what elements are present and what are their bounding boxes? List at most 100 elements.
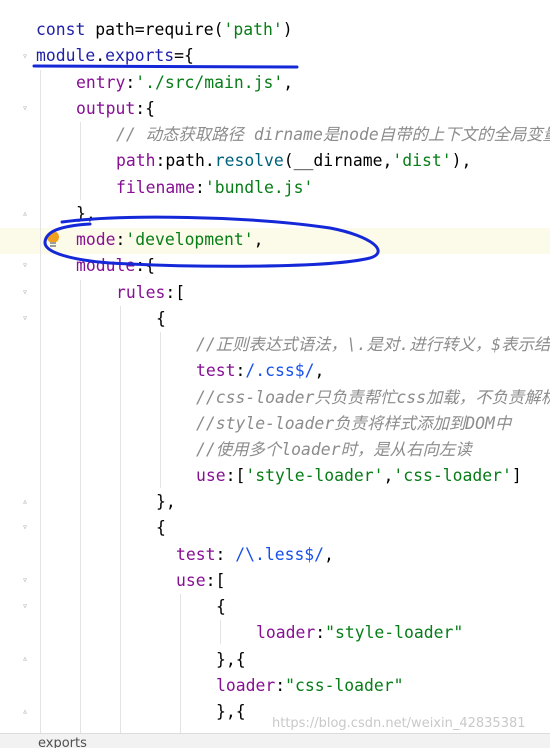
code-token: __dirname bbox=[293, 151, 383, 170]
code-token: 'bundle.js' bbox=[204, 178, 314, 197]
code-token: :{ bbox=[135, 256, 155, 275]
code-token: filename bbox=[116, 178, 195, 197]
code-token: },{ bbox=[216, 650, 246, 669]
code-token: /.css$/ bbox=[245, 361, 315, 380]
code-line[interactable]: //正则表达式语法，\.是对.进行转义，$表示结尾 bbox=[36, 332, 550, 358]
code-token: : bbox=[155, 151, 166, 170]
code-token: , bbox=[314, 361, 325, 380]
code-token: : bbox=[215, 545, 236, 564]
fold-marker-icon[interactable]: ▿ bbox=[20, 286, 30, 298]
code-line[interactable]: },{ bbox=[36, 647, 246, 673]
code-token: //style-loader负责将样式添加到DOM中 bbox=[196, 414, 512, 433]
code-editor[interactable]: ▿ ▿ ▵ ▿ ▿ ▿ ▵ ▿ ▿ ▿ ▵ ▵ const path=requi… bbox=[0, 0, 550, 733]
code-token: use bbox=[196, 466, 226, 485]
code-token: : bbox=[115, 230, 126, 249]
code-token: 'path' bbox=[223, 20, 283, 39]
code-token: , bbox=[383, 466, 394, 485]
code-token: , bbox=[253, 230, 264, 249]
fold-marker-icon[interactable]: ▿ bbox=[20, 312, 30, 324]
code-line[interactable]: entry:'./src/main.js', bbox=[36, 70, 293, 96]
code-line[interactable]: { bbox=[36, 594, 226, 620]
code-token: }, bbox=[156, 492, 176, 511]
code-line[interactable]: { bbox=[36, 515, 166, 541]
breadcrumb[interactable]: exports bbox=[38, 737, 87, 748]
code-token: ={ bbox=[174, 46, 194, 65]
code-line[interactable]: //使用多个loader时，是从右向左读 bbox=[36, 437, 472, 463]
code-line[interactable]: rules:[ bbox=[36, 280, 185, 306]
code-line[interactable]: path:path.resolve(__dirname,'dist'), bbox=[36, 148, 471, 174]
fold-marker-icon[interactable]: ▵ bbox=[20, 705, 30, 717]
fold-marker-icon[interactable]: ▿ bbox=[20, 521, 30, 533]
code-line[interactable]: //css-loader只负责帮忙css加载，不负责解析 bbox=[36, 385, 550, 411]
code-token: { bbox=[156, 518, 166, 537]
code-token: 'style-loader' bbox=[245, 466, 384, 485]
code-token: rules bbox=[116, 283, 166, 302]
fold-marker-icon[interactable]: ▵ bbox=[20, 207, 30, 219]
fold-marker-icon[interactable]: ▵ bbox=[20, 495, 30, 507]
code-token: /\.less$/ bbox=[235, 545, 325, 564]
code-token: loader bbox=[216, 676, 276, 695]
code-token: , bbox=[283, 73, 294, 92]
code-token: //正则表达式语法，\.是对.进行转义，$表示结尾 bbox=[196, 335, 550, 354]
code-token: //css-loader只负责帮忙css加载，不负责解析 bbox=[196, 388, 550, 407]
code-line[interactable]: },{ bbox=[36, 699, 246, 725]
code-token: },{ bbox=[216, 702, 246, 721]
code-line[interactable]: test: /\.less$/, bbox=[36, 542, 334, 568]
breadcrumb-bar: exports bbox=[0, 733, 550, 748]
fold-marker-icon[interactable]: ▿ bbox=[20, 102, 30, 114]
code-line[interactable]: { bbox=[36, 306, 166, 332]
code-token: ( bbox=[283, 151, 294, 170]
fold-marker-icon[interactable]: ▵ bbox=[20, 652, 30, 664]
code-line[interactable]: }, bbox=[36, 201, 96, 227]
code-token: : bbox=[125, 73, 136, 92]
code-token: module bbox=[36, 46, 96, 65]
fold-marker-icon[interactable]: ▿ bbox=[20, 600, 30, 612]
code-line[interactable]: module.exports={ bbox=[36, 43, 194, 69]
code-line[interactable]: loader:"css-loader" bbox=[36, 673, 404, 699]
code-token: ( bbox=[213, 20, 224, 39]
watermark: https://blog.csdn.net/weixin_42835381 bbox=[272, 716, 526, 731]
code-line[interactable]: use:['style-loader','css-loader'] bbox=[36, 463, 522, 489]
code-token: resolve bbox=[214, 151, 284, 170]
code-token: = bbox=[134, 20, 145, 39]
code-line[interactable]: //style-loader负责将样式添加到DOM中 bbox=[36, 411, 511, 437]
code-line[interactable]: const path=require('path') bbox=[36, 17, 293, 43]
code-token: use bbox=[176, 571, 206, 590]
intention-bulb-icon[interactable] bbox=[45, 230, 61, 250]
code-line[interactable]: use:[ bbox=[36, 568, 225, 594]
code-token: path bbox=[165, 151, 205, 170]
code-token: { bbox=[216, 597, 226, 616]
code-token: :{ bbox=[135, 99, 155, 118]
code-token: 'css-loader' bbox=[393, 466, 512, 485]
code-line[interactable]: // 动态获取路径 dirname是node自带的上下文的全局变量 bbox=[36, 122, 550, 148]
code-token: test bbox=[196, 361, 236, 380]
code-token: :[ bbox=[225, 466, 246, 485]
code-token: test bbox=[176, 545, 216, 564]
code-token: "style-loader" bbox=[325, 623, 464, 642]
code-token: ) bbox=[282, 20, 293, 39]
code-token: : bbox=[235, 361, 246, 380]
code-line[interactable]: output:{ bbox=[36, 96, 155, 122]
code-line[interactable]: filename:'bundle.js' bbox=[36, 175, 313, 201]
code-token: . bbox=[95, 46, 106, 65]
code-line[interactable]: mode:'development', bbox=[36, 227, 264, 253]
code-token: // 动态获取路径 dirname是node自带的上下文的全局变量 bbox=[116, 125, 550, 144]
code-token: path bbox=[95, 20, 135, 39]
code-token: . bbox=[204, 151, 215, 170]
code-token: module bbox=[76, 256, 136, 275]
code-line[interactable]: loader:"style-loader" bbox=[36, 620, 463, 646]
code-line[interactable]: }, bbox=[36, 489, 176, 515]
code-token: entry bbox=[76, 73, 126, 92]
code-token: const bbox=[36, 20, 96, 39]
code-token: ] bbox=[511, 466, 522, 485]
code-line[interactable]: test:/.css$/, bbox=[36, 358, 324, 384]
fold-marker-icon[interactable]: ▿ bbox=[20, 50, 30, 62]
fold-marker-icon[interactable]: ▿ bbox=[20, 259, 30, 271]
code-token: : bbox=[194, 178, 205, 197]
fold-marker-icon[interactable]: ▿ bbox=[20, 574, 30, 586]
code-token: require bbox=[144, 20, 214, 39]
code-token: mode bbox=[76, 230, 116, 249]
code-token: , bbox=[382, 151, 393, 170]
code-line[interactable]: module:{ bbox=[36, 253, 155, 279]
code-token: output bbox=[76, 99, 136, 118]
